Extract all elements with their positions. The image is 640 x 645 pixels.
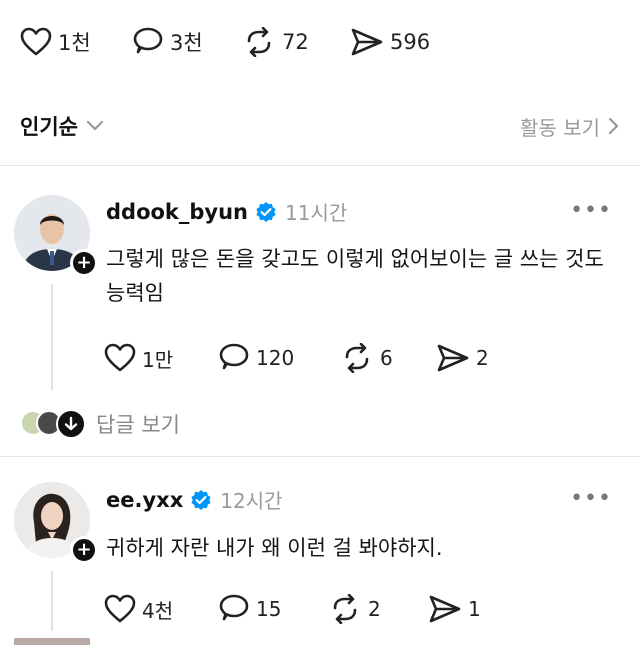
repost-button[interactable]: 2 <box>328 594 428 624</box>
comment-actions: 1만 120 6 2 <box>104 343 489 373</box>
repost-icon <box>333 594 357 624</box>
post-stats-bar: 1천 3천 72 596 <box>20 22 430 62</box>
reply-avatars <box>20 409 86 439</box>
heart-icon <box>104 343 136 372</box>
view-activity-link[interactable]: 활동 보기 <box>520 112 620 141</box>
timestamp: 11시간 <box>285 201 348 225</box>
comment-header: ddook_byun 11시간 <box>106 197 347 226</box>
more-icon[interactable]: ••• <box>570 198 612 223</box>
share-count: 596 <box>390 30 431 54</box>
divider <box>0 456 640 457</box>
avatar <box>14 638 90 645</box>
username[interactable]: ddook_byun <box>106 200 248 224</box>
share-count: 2 <box>476 346 489 370</box>
repost-icon <box>247 27 271 57</box>
speech-bubble-icon <box>219 594 249 621</box>
comment-actions: 4천 15 2 1 <box>104 594 481 624</box>
comment-text: 그렇게 많은 돈을 갖고도 이렇게 없어보이는 글 쓰는 것도 능력임 <box>106 247 604 305</box>
reply-count: 15 <box>256 597 282 621</box>
follow-plus-icon[interactable]: + <box>70 536 98 564</box>
view-replies-link[interactable]: 답글 보기 <box>20 409 180 439</box>
repost-button[interactable]: 72 <box>242 27 350 57</box>
sort-dropdown[interactable]: 인기순 <box>20 111 104 141</box>
repost-button[interactable]: 6 <box>340 343 436 373</box>
heart-icon <box>20 27 52 56</box>
reply-button[interactable]: 120 <box>218 343 340 373</box>
like-button[interactable]: 1만 <box>104 343 218 373</box>
reply-button[interactable]: 15 <box>218 594 328 624</box>
more-icon[interactable]: ••• <box>570 486 612 511</box>
send-icon <box>429 595 461 623</box>
divider <box>0 165 640 166</box>
comment-text: 귀하게 자란 내가 왜 이런 걸 봐야하지. <box>106 536 443 560</box>
username[interactable]: ee.yxx <box>106 488 183 512</box>
like-button[interactable]: 4천 <box>104 594 218 624</box>
view-activity-label: 활동 보기 <box>520 115 600 140</box>
view-replies-label: 답글 보기 <box>96 413 180 437</box>
speech-bubble-icon <box>133 27 163 54</box>
verified-badge-icon <box>256 201 276 222</box>
share-button[interactable]: 596 <box>350 27 430 57</box>
avatar-wrapper[interactable]: + <box>14 195 98 277</box>
comment-header: ee.yxx 12시간 <box>106 485 283 514</box>
share-button[interactable]: 2 <box>436 343 489 373</box>
send-icon <box>437 344 469 372</box>
timestamp: 12시간 <box>220 489 283 513</box>
like-count: 1천 <box>58 31 91 55</box>
heart-icon <box>104 594 136 623</box>
arrow-down-icon <box>56 409 86 439</box>
reply-count: 120 <box>256 346 295 370</box>
send-icon <box>351 28 383 56</box>
repost-icon <box>345 343 369 373</box>
verified-badge-icon <box>191 489 211 510</box>
avatar-wrapper[interactable]: + <box>14 482 98 564</box>
share-count: 1 <box>468 597 481 621</box>
comment-button[interactable]: 3천 <box>132 27 242 57</box>
like-button[interactable]: 1천 <box>20 27 132 57</box>
comment-count: 3천 <box>170 31 203 55</box>
share-button[interactable]: 1 <box>428 594 481 624</box>
chevron-right-icon <box>608 117 619 135</box>
chevron-down-icon <box>86 120 104 131</box>
like-count: 4천 <box>142 598 174 623</box>
thread-line <box>51 284 53 390</box>
follow-plus-icon[interactable]: + <box>70 249 98 277</box>
sort-bar: 인기순 활동 보기 <box>0 104 640 148</box>
sort-label: 인기순 <box>20 115 78 139</box>
speech-bubble-icon <box>219 343 249 370</box>
repost-count: 72 <box>282 30 309 54</box>
thread-line <box>51 571 53 631</box>
repost-count: 6 <box>380 346 393 370</box>
like-count: 1만 <box>142 347 174 372</box>
repost-count: 2 <box>368 597 381 621</box>
